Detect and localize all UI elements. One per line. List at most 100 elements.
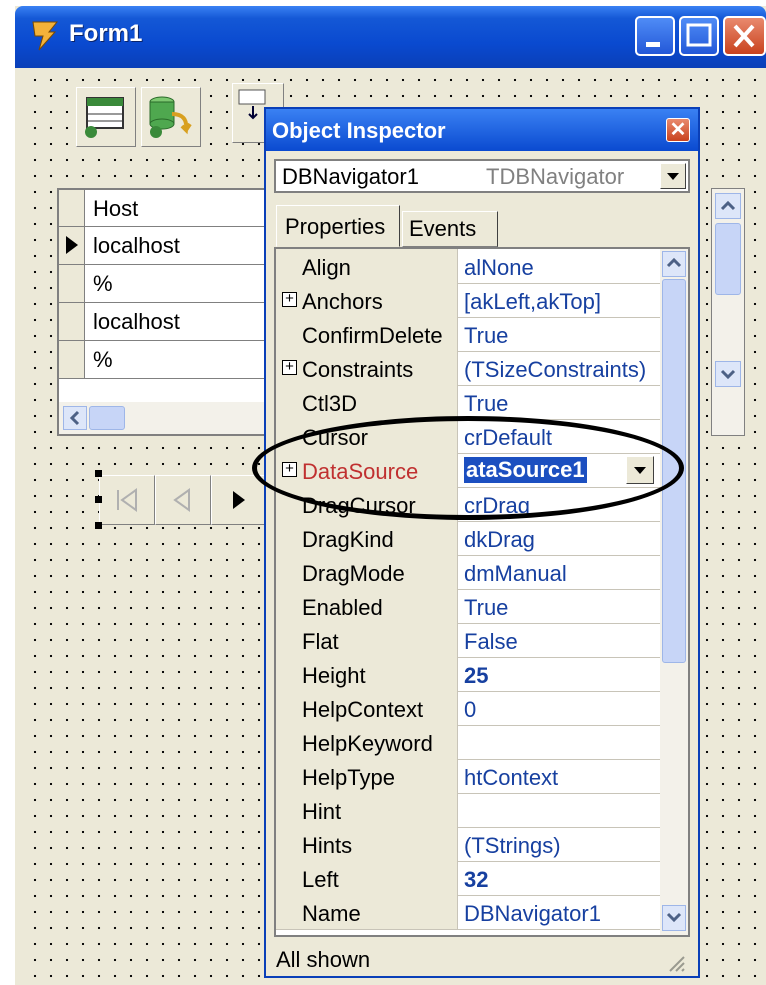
datasource-dropdown-button[interactable] [626,456,654,484]
property-name-cell[interactable]: Ctl3D [276,385,458,419]
property-row[interactable]: HelpContext 0 [276,691,660,726]
scroll-thumb[interactable] [715,223,741,295]
property-value[interactable]: True [464,323,508,349]
property-name-cell[interactable]: Hints [276,827,458,861]
property-grid[interactable]: Align alNone + Anchors [akLeft,akTop] Confirm… [274,247,690,937]
property-name-cell[interactable]: HelpKeyword [276,725,458,759]
property-row[interactable]: Enabled True [276,589,660,624]
property-value[interactable]: False [464,629,518,655]
scroll-down-button[interactable] [715,361,741,387]
property-name-cell[interactable]: + DataSource [276,453,458,487]
expand-plus-icon[interactable]: + [282,461,297,477]
property-value[interactable]: crDefault [464,425,552,451]
property-name: Hints [302,833,353,858]
component-dropdown-button[interactable] [660,163,686,189]
scroll-up-button[interactable] [662,251,686,277]
grid-cell[interactable]: localhost [93,233,180,259]
scroll-down-button[interactable] [662,905,686,931]
selection-handle[interactable] [95,470,102,477]
grid-cell[interactable]: % [93,347,113,373]
property-row[interactable]: ConfirmDelete True [276,317,660,352]
property-name-cell[interactable]: DragMode [276,555,458,589]
property-name-cell[interactable]: ConfirmDelete [276,317,458,351]
property-value[interactable]: dkDrag [464,527,535,553]
property-name-cell[interactable]: Name [276,895,458,929]
property-row[interactable]: DragMode dmManual [276,555,660,590]
chevron-up-icon [666,257,682,268]
dbgrid-component-icon[interactable] [76,87,136,147]
nav-first-button[interactable] [99,475,155,525]
property-value[interactable]: 32 [464,867,488,893]
query-component-icon[interactable] [141,87,201,147]
object-inspector-titlebar[interactable]: Object Inspector ✕ [266,109,698,151]
minimize-button[interactable] [635,16,675,56]
property-value[interactable]: dmManual [464,561,567,587]
scroll-left-button[interactable] [63,406,87,430]
grid-vertical-scrollbar[interactable] [711,188,745,436]
grid-cell[interactable]: % [93,271,113,297]
property-row[interactable]: Hint [276,793,660,828]
close-button[interactable] [723,16,766,56]
property-value[interactable]: True [464,595,508,621]
expand-plus-icon[interactable]: + [282,291,297,307]
property-grid-scrollbar[interactable] [660,249,688,935]
property-row[interactable]: Ctl3D True [276,385,660,420]
scroll-thumb[interactable] [89,406,125,430]
selection-handle[interactable] [95,522,102,529]
property-name-cell[interactable]: HelpType [276,759,458,793]
property-value[interactable]: 25 [464,663,488,689]
property-value[interactable]: crDrag [464,493,530,519]
property-row[interactable]: Hints (TStrings) [276,827,660,862]
property-row[interactable]: + DataSource ataSource1 [276,453,660,488]
selection-handle[interactable] [95,496,102,503]
property-name-cell[interactable]: Flat [276,623,458,657]
resize-grip-icon[interactable] [664,951,686,973]
property-value[interactable]: [akLeft,akTop] [464,289,601,315]
property-value[interactable]: (TStrings) [464,833,561,859]
property-row[interactable]: Height 25 [276,657,660,692]
scroll-up-button[interactable] [715,193,741,219]
inspector-close-button[interactable]: ✕ [666,118,690,142]
property-value[interactable]: DBNavigator1 [464,901,601,927]
property-name-cell[interactable]: Height [276,657,458,691]
property-row[interactable]: + Constraints (TSizeConstraints) [276,351,660,386]
dbnavigator[interactable] [93,475,268,525]
property-row[interactable]: Flat False [276,623,660,658]
expand-plus-icon[interactable]: + [282,359,297,375]
property-value[interactable]: (TSizeConstraints) [464,357,646,383]
property-value-editor[interactable]: ataSource1 [464,457,587,483]
property-name-cell[interactable]: Align [276,249,458,283]
property-row[interactable]: DragCursor crDrag [276,487,660,522]
property-row[interactable]: Name DBNavigator1 [276,895,660,930]
property-row[interactable]: Left 32 [276,861,660,896]
scroll-thumb[interactable] [662,279,686,663]
property-row[interactable]: Cursor crDefault [276,419,660,454]
property-value[interactable]: alNone [464,255,534,281]
property-row[interactable]: + Anchors [akLeft,akTop] [276,283,660,318]
property-row[interactable]: DragKind dkDrag [276,521,660,556]
property-name-cell[interactable]: Left [276,861,458,895]
property-value[interactable]: True [464,391,508,417]
nav-prior-button[interactable] [155,475,211,525]
property-row[interactable]: HelpKeyword [276,725,660,760]
nav-next-button[interactable] [211,475,267,525]
property-name-cell[interactable]: Cursor [276,419,458,453]
property-row[interactable]: HelpType htContext [276,759,660,794]
property-name-cell[interactable]: HelpContext [276,691,458,725]
tab-properties[interactable]: Properties [276,205,400,247]
grid-cell[interactable]: localhost [93,309,180,335]
property-value[interactable]: 0 [464,697,476,723]
property-name-cell[interactable]: + Anchors [276,283,458,317]
component-selector[interactable]: DBNavigator1 TDBNavigator [274,159,690,193]
property-name-cell[interactable]: + Constraints [276,351,458,385]
property-name-cell[interactable]: DragCursor [276,487,458,521]
form1-titlebar[interactable]: Form1 [15,6,766,68]
maximize-button[interactable] [679,16,719,56]
property-name-cell[interactable]: Enabled [276,589,458,623]
property-name-cell[interactable]: Hint [276,793,458,827]
property-row[interactable]: Align alNone [276,249,660,284]
grid-column-header-host[interactable]: Host [93,196,138,222]
property-name-cell[interactable]: DragKind [276,521,458,555]
property-value[interactable]: htContext [464,765,558,791]
tab-events[interactable]: Events [402,211,498,247]
